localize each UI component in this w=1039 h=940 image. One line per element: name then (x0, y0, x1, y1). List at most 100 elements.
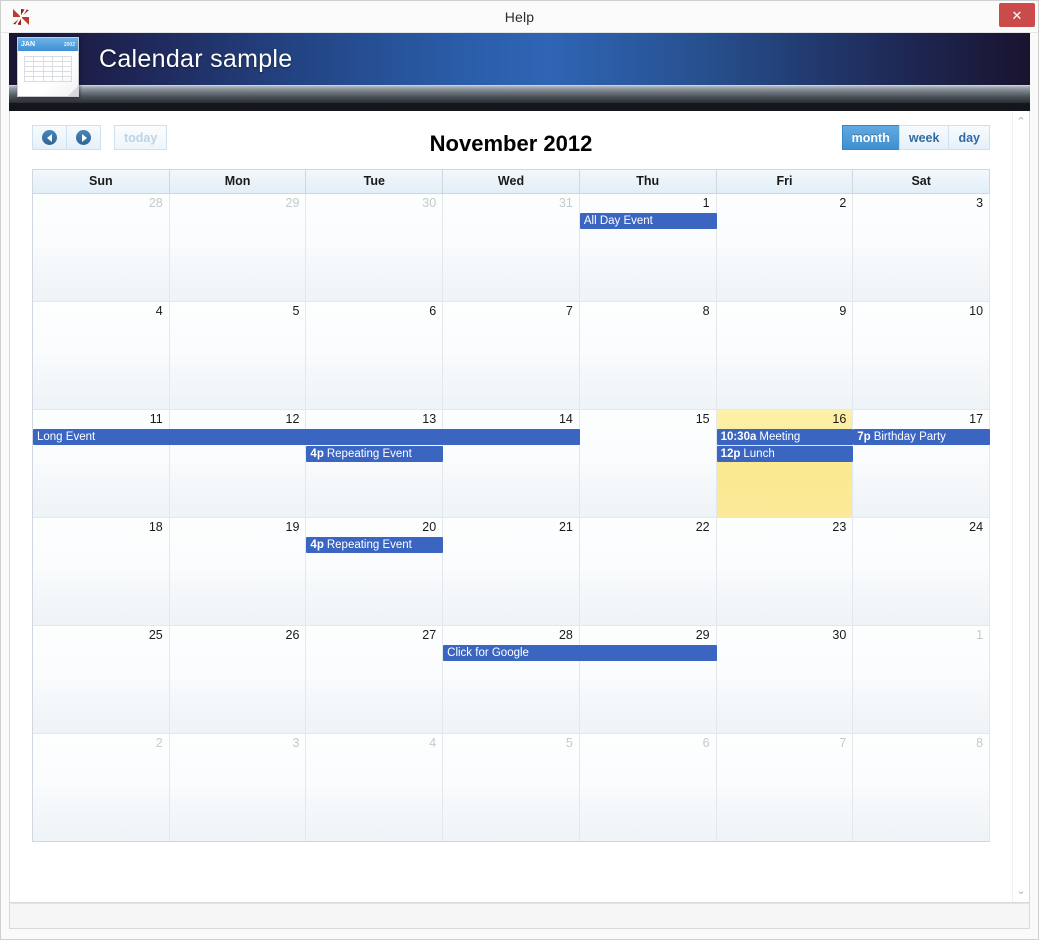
day-cell[interactable]: 31 (443, 194, 580, 301)
vertical-scrollbar[interactable]: ⌃ ⌄ (1012, 111, 1029, 902)
day-cell[interactable]: 6 (306, 302, 444, 409)
day-header-mon: Mon (169, 170, 307, 194)
day-cell[interactable]: 3 (169, 734, 307, 841)
calendar-icon-year: 2002 (63, 41, 75, 48)
day-cell[interactable]: 26 (169, 626, 307, 733)
view-button-week[interactable]: week (898, 125, 950, 150)
event-time: 4p (310, 448, 324, 460)
day-number: 3 (976, 196, 984, 210)
day-header-wed: Wed (443, 170, 580, 194)
calendar-container: today November 2012 month week day Sun Mon T… (10, 111, 1012, 902)
nav-button-group (32, 125, 101, 150)
banner-divider-dark (9, 103, 1030, 111)
day-cell[interactable]: 29 (169, 194, 307, 301)
day-number: 28 (148, 196, 163, 210)
day-cell[interactable]: 4 (306, 734, 444, 841)
day-cell[interactable]: 27 (306, 626, 444, 733)
day-number: 29 (285, 196, 300, 210)
day-number: 28 (558, 628, 573, 642)
day-number: 8 (702, 304, 710, 318)
day-cell[interactable]: 30 (306, 194, 444, 301)
toolbar-left: today (32, 125, 168, 150)
calendar-event[interactable]: 12p Lunch (716, 446, 854, 462)
day-cell[interactable]: 9 (716, 302, 854, 409)
day-cell[interactable]: 19 (169, 518, 307, 625)
window-title: Help (504, 8, 535, 25)
week-row: 11 12 13 14 15 16 17 Long Event 4p Repeating Even… (33, 410, 991, 518)
day-cell[interactable]: 21 (443, 518, 580, 625)
day-number: 24 (969, 520, 984, 534)
day-number: 12 (285, 412, 300, 426)
day-cell[interactable]: 11 (33, 410, 170, 517)
day-cell[interactable]: 1 (853, 626, 991, 733)
day-cell[interactable]: 3 (853, 194, 991, 301)
day-cell[interactable]: 30 (716, 626, 854, 733)
day-cell[interactable]: 4 (33, 302, 170, 409)
day-number: 25 (148, 628, 163, 642)
day-cell[interactable]: 8 (853, 734, 991, 841)
app-banner: JAN 2002 Calendar sample (9, 33, 1030, 111)
day-number: 15 (695, 412, 710, 426)
day-cell[interactable]: 15 (579, 410, 717, 517)
day-cell[interactable]: 18 (33, 518, 170, 625)
calendar-event[interactable]: 4p Repeating Event (306, 446, 444, 462)
day-cell[interactable]: 25 (33, 626, 170, 733)
calendar-event[interactable]: 4p Repeating Event (306, 537, 444, 553)
day-cell[interactable]: 5 (169, 302, 307, 409)
day-number: 22 (695, 520, 710, 534)
scroll-up-icon[interactable]: ⌃ (1016, 117, 1025, 128)
day-cell[interactable]: 2 (716, 194, 854, 301)
day-number: 6 (429, 304, 437, 318)
chevron-left-icon (42, 130, 57, 145)
title-bar: Help ✕ (1, 1, 1038, 33)
day-number: 10 (969, 304, 984, 318)
calendar-event[interactable]: 7p Birthday Party (853, 429, 990, 445)
view-button-day[interactable]: day (948, 125, 990, 150)
day-cell[interactable]: 17 (853, 410, 991, 517)
view-button-group: month week day (841, 125, 990, 150)
day-header-sun: Sun (33, 170, 170, 194)
day-header-fri: Fri (716, 170, 854, 194)
day-cell[interactable]: 23 (716, 518, 854, 625)
day-cell[interactable]: 12 (169, 410, 307, 517)
day-cell[interactable]: 29 (579, 626, 717, 733)
calendar-event[interactable]: 10:30a Meeting (716, 429, 854, 445)
day-cell[interactable]: 10 (853, 302, 991, 409)
prev-month-button[interactable] (32, 125, 67, 150)
next-month-button[interactable] (66, 125, 101, 150)
scroll-down-icon[interactable]: ⌄ (1016, 886, 1025, 897)
day-number: 19 (285, 520, 300, 534)
close-icon[interactable]: ✕ (999, 3, 1035, 27)
day-cell[interactable]: 13 (306, 410, 444, 517)
day-cell-today[interactable]: 16 (716, 410, 854, 517)
today-button[interactable]: today (114, 125, 168, 150)
day-cell[interactable]: 7 (716, 734, 854, 841)
day-number: 31 (558, 196, 573, 210)
week-row: 2 3 4 5 6 7 8 (33, 734, 991, 842)
day-cell[interactable]: 28 (443, 626, 580, 733)
day-cell[interactable]: 5 (443, 734, 580, 841)
calendar-event[interactable]: All Day Event (579, 213, 717, 229)
day-cell[interactable]: 28 (33, 194, 170, 301)
day-cell[interactable]: 14 (443, 410, 580, 517)
view-button-month[interactable]: month (841, 125, 900, 150)
day-cell[interactable]: 20 (306, 518, 444, 625)
day-cell[interactable]: 22 (579, 518, 717, 625)
calendar-icon-month: JAN (21, 41, 36, 48)
day-cell[interactable]: 7 (443, 302, 580, 409)
calendar-event[interactable]: Click for Google (443, 645, 717, 661)
calendar-event[interactable]: Long Event (33, 429, 580, 445)
day-cell[interactable]: 6 (579, 734, 717, 841)
day-number: 9 (839, 304, 847, 318)
day-number: 2 (155, 736, 163, 750)
application-window: Help ✕ JAN 2002 Calendar sample today No… (0, 0, 1039, 940)
event-title: Lunch (743, 448, 775, 460)
day-number: 26 (285, 628, 300, 642)
day-cell[interactable]: 2 (33, 734, 170, 841)
calendar-page-icon: JAN 2002 (17, 37, 79, 97)
day-number: 30 (422, 196, 437, 210)
day-cell[interactable]: 1 (579, 194, 717, 301)
day-cell[interactable]: 8 (579, 302, 717, 409)
day-cell[interactable]: 24 (853, 518, 991, 625)
day-number: 3 (292, 736, 300, 750)
